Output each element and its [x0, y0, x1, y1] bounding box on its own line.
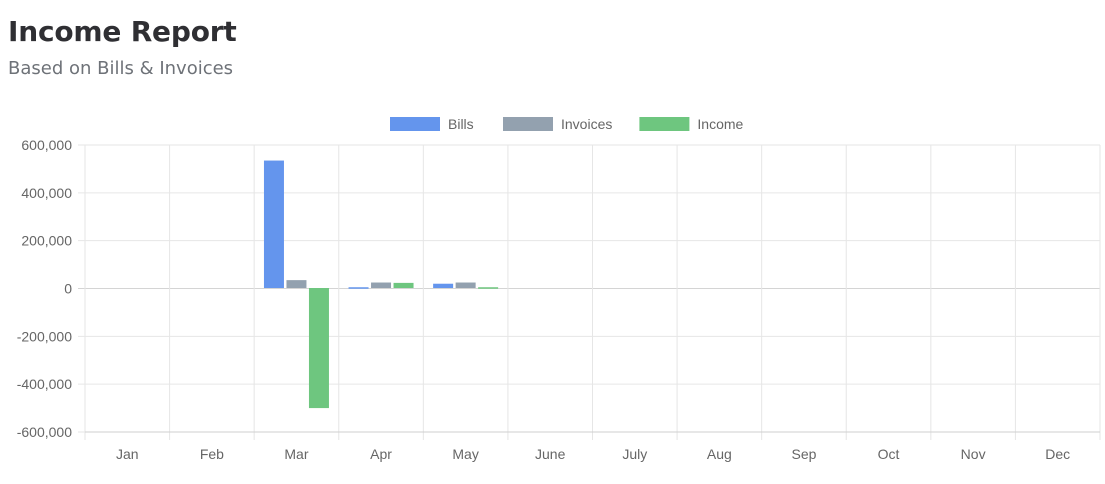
legend-label-income[interactable]: Income — [697, 116, 743, 132]
x-tick-label: Nov — [961, 446, 986, 462]
bar-invoices-apr[interactable] — [371, 282, 392, 288]
legend-label-bills[interactable]: Bills — [448, 116, 474, 132]
x-tick-label: July — [622, 446, 647, 462]
bar-invoices-may[interactable] — [455, 282, 476, 288]
x-tick-label: Apr — [370, 446, 392, 462]
y-tick-label: 0 — [64, 281, 72, 297]
x-tick-label: Oct — [878, 446, 900, 462]
legend-swatch-bills[interactable] — [390, 117, 440, 131]
bar-income-mar[interactable] — [308, 288, 329, 409]
y-tick-label: 400,000 — [21, 185, 72, 201]
x-tick-label: May — [452, 446, 478, 462]
legend-swatch-income[interactable] — [639, 117, 690, 131]
y-tick-label: 200,000 — [21, 233, 72, 249]
x-tick-label: Dec — [1045, 446, 1070, 462]
x-tick-label: Sep — [791, 446, 816, 462]
bar-invoices-mar[interactable] — [286, 280, 307, 288]
y-tick-label: -200,000 — [17, 328, 72, 344]
income-bar-chart: 600,000 400,000 200,000 0 -200,000 -400,000 -6… — [17, 116, 1101, 462]
x-tick-label: June — [535, 446, 566, 462]
bar-bills-apr[interactable] — [348, 287, 369, 289]
bar-bills-may[interactable] — [433, 283, 454, 288]
y-tick-label: -400,000 — [17, 376, 72, 392]
bar-income-may[interactable] — [478, 287, 499, 289]
legend-swatch-invoices[interactable] — [503, 117, 553, 131]
x-tick-label: Aug — [707, 446, 732, 462]
y-tick-label: -600,000 — [17, 424, 72, 440]
bar-bills-mar[interactable] — [263, 160, 284, 288]
y-tick-label: 600,000 — [21, 137, 72, 153]
bar-income-apr[interactable] — [393, 282, 414, 288]
legend-label-invoices[interactable]: Invoices — [561, 116, 612, 132]
x-tick-label: Mar — [284, 446, 308, 462]
x-tick-label: Feb — [200, 446, 224, 462]
x-tick-label: Jan — [116, 446, 139, 462]
